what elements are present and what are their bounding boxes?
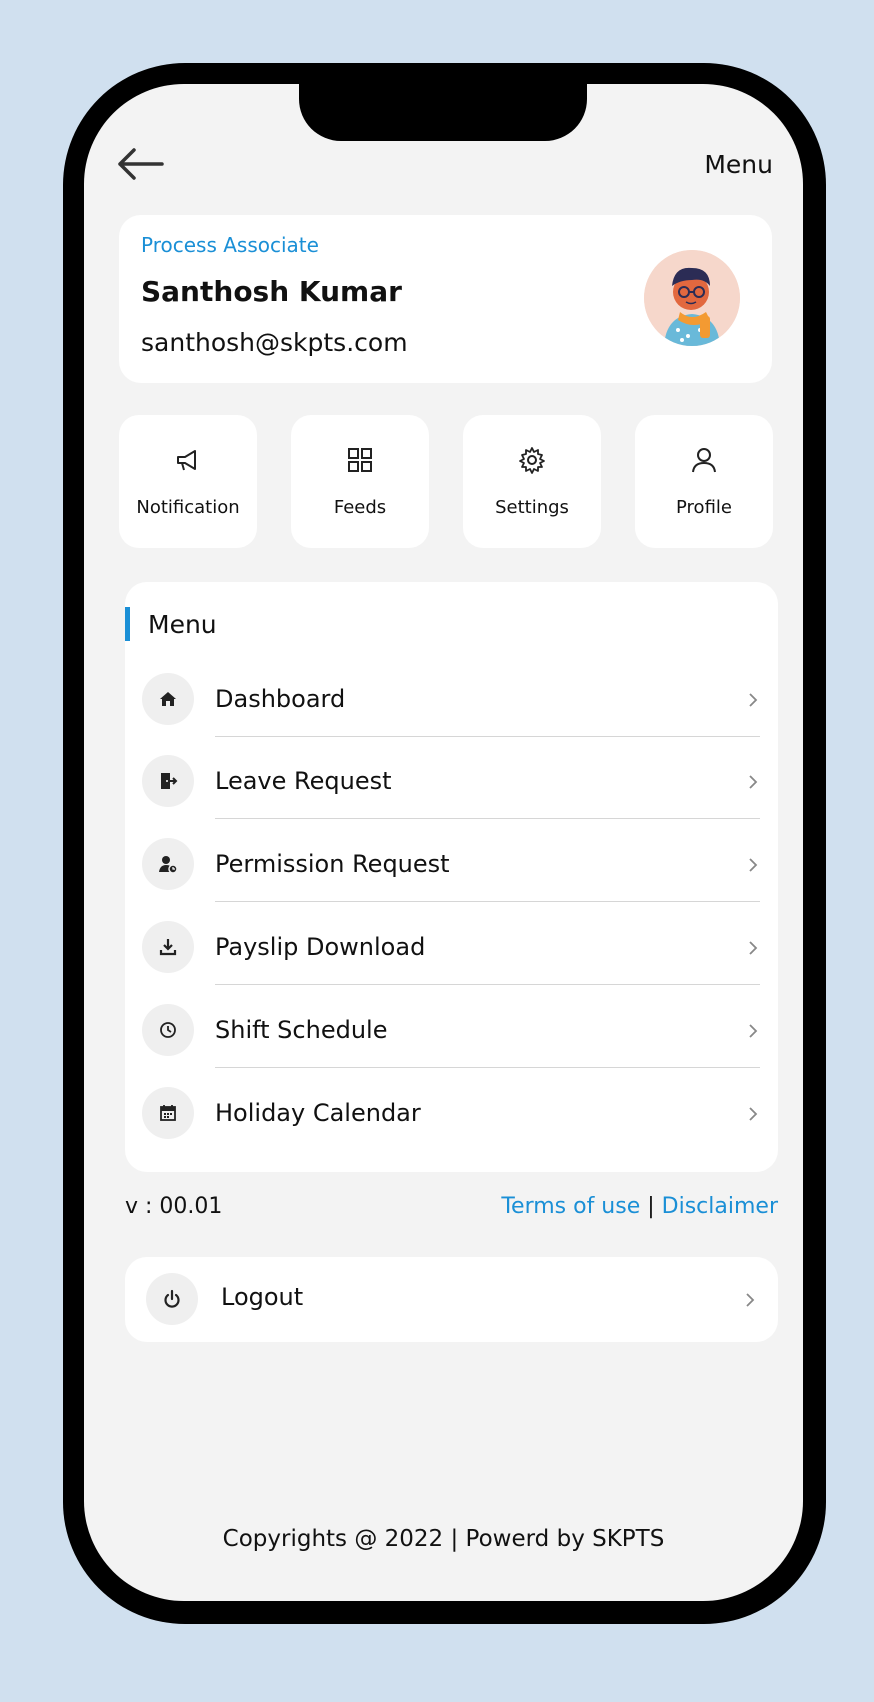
arrow-left-icon — [118, 148, 164, 180]
exit-door-icon — [161, 773, 178, 789]
logout-label: Logout — [221, 1283, 304, 1311]
user-avatar-illustration — [644, 250, 740, 346]
menu-icon-wrap — [142, 1004, 194, 1056]
quick-feeds[interactable]: Feeds — [291, 415, 429, 548]
app-screen: Menu Process Associate Santhosh Kumar sa… — [84, 84, 803, 1601]
grid-icon — [348, 448, 372, 472]
profile-role: Process Associate — [141, 233, 319, 257]
chevron-right-icon — [746, 1293, 755, 1307]
quick-notification-label: Notification — [136, 497, 240, 518]
copyright-text: Copyrights @ 2022 | Powerd by SKPTS — [222, 1526, 665, 1552]
quick-feeds-label: Feeds — [333, 497, 387, 518]
quick-settings-label: Settings — [495, 497, 569, 518]
menu-icon-wrap — [142, 921, 194, 973]
download-icon — [159, 939, 177, 956]
back-button[interactable] — [114, 144, 166, 184]
menu-item-holiday-calendar[interactable]: Holiday Calendar — [142, 1087, 760, 1170]
phone-notch — [299, 84, 587, 141]
menu-item-label: Permission Request — [215, 850, 450, 878]
quick-profile[interactable]: Profile — [635, 415, 773, 548]
power-icon — [164, 1289, 180, 1308]
divider — [215, 1067, 760, 1068]
user-clock-icon — [159, 856, 178, 874]
menu-item-label: Leave Request — [215, 767, 392, 795]
profile-card: Process Associate Santhosh Kumar santhos… — [119, 215, 772, 383]
divider — [215, 901, 760, 902]
calendar-icon — [160, 1105, 176, 1121]
gear-icon — [519, 447, 545, 474]
profile-name: Santhosh Kumar — [141, 275, 402, 308]
menu-item-payslip-download[interactable]: Payslip Download — [142, 921, 760, 1004]
chevron-right-icon — [749, 858, 758, 872]
chevron-right-icon — [749, 775, 758, 789]
menu-item-dashboard[interactable]: Dashboard — [142, 673, 760, 756]
home-icon — [160, 692, 176, 706]
chevron-right-icon — [749, 693, 758, 707]
menu-item-label: Holiday Calendar — [215, 1099, 421, 1127]
chevron-right-icon — [749, 941, 758, 955]
chevron-right-icon — [749, 1107, 758, 1121]
menu-item-label: Payslip Download — [215, 933, 426, 961]
avatar[interactable] — [644, 250, 740, 346]
divider — [215, 736, 760, 737]
menu-heading: Menu — [125, 607, 217, 641]
clock-icon — [160, 1022, 176, 1038]
menu-item-permission-request[interactable]: Permission Request — [142, 838, 760, 921]
disclaimer-link[interactable]: Disclaimer — [662, 1194, 778, 1219]
menu-item-leave-request[interactable]: Leave Request — [142, 755, 760, 838]
menu-card: Menu Dashboard Leave Request Permission … — [125, 582, 778, 1172]
footer-links: Terms of use | Disclaimer — [501, 1194, 778, 1219]
terms-link[interactable]: Terms of use — [501, 1194, 640, 1219]
quick-notification[interactable]: Notification — [119, 415, 257, 548]
quick-settings[interactable]: Settings — [463, 415, 601, 548]
quick-profile-label: Profile — [676, 497, 732, 518]
menu-icon-wrap — [142, 1087, 194, 1139]
chevron-right-icon — [749, 1024, 758, 1038]
phone-frame: Menu Process Associate Santhosh Kumar sa… — [63, 63, 826, 1624]
page-title: Menu — [704, 150, 773, 179]
app-version: v : 00.01 — [125, 1194, 223, 1219]
menu-item-label: Shift Schedule — [215, 1016, 388, 1044]
menu-item-label: Dashboard — [215, 685, 346, 713]
logout-button[interactable]: Logout — [125, 1257, 778, 1342]
link-separator: | — [647, 1194, 655, 1219]
profile-email: santhosh@skpts.com — [141, 328, 408, 357]
menu-icon-wrap — [142, 673, 194, 725]
menu-item-shift-schedule[interactable]: Shift Schedule — [142, 1004, 760, 1087]
logout-icon-wrap — [146, 1273, 198, 1325]
megaphone-icon — [177, 450, 196, 471]
menu-icon-wrap — [142, 838, 194, 890]
divider — [215, 984, 760, 985]
menu-icon-wrap — [142, 755, 194, 807]
divider — [215, 818, 760, 819]
user-icon — [692, 448, 716, 473]
